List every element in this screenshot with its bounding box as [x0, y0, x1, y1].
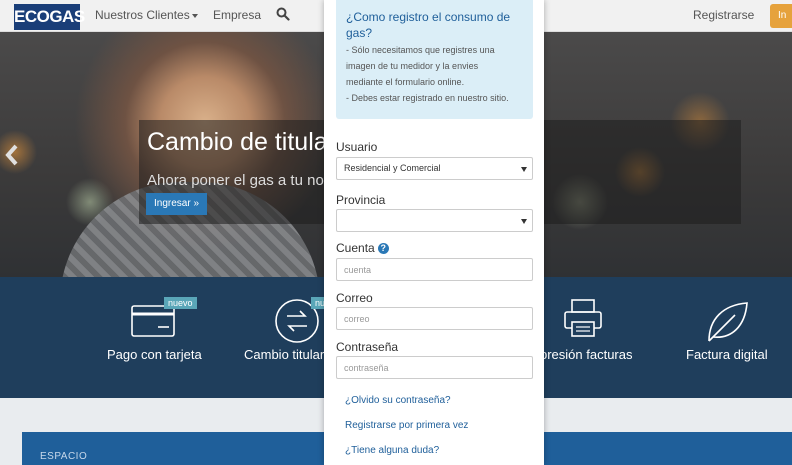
- espacio-label: ESPACIO: [40, 451, 88, 462]
- chevron-down-icon: [521, 167, 527, 172]
- help-question-link[interactable]: ¿Tiene alguna duda?: [345, 445, 439, 456]
- register-first-time-link[interactable]: Registrarse por primera vez: [345, 420, 468, 431]
- ingresar-button[interactable]: In: [770, 4, 792, 28]
- nav-nuestros-clientes[interactable]: Nuestros Clientes: [95, 8, 198, 22]
- forgot-password-link[interactable]: ¿Olvido su contraseña?: [345, 395, 451, 406]
- search-icon[interactable]: [276, 7, 290, 21]
- consumo-modal: ¿Como registro el consumo de gas? - Sólo…: [324, 0, 544, 465]
- feature-label: Factura digital: [686, 347, 768, 362]
- cuenta-label-row: Cuenta?: [336, 241, 389, 255]
- nav-empresa[interactable]: Empresa: [213, 8, 261, 22]
- provincia-select[interactable]: [336, 209, 533, 232]
- info-line: - Debes estar registrado en nuestro siti…: [346, 93, 509, 103]
- info-line: mediante el formulario online.: [346, 77, 465, 87]
- correo-input[interactable]: [336, 307, 533, 330]
- hero-title: Cambio de titular: [147, 128, 336, 156]
- hero-ingresar-button[interactable]: Ingresar »: [146, 193, 207, 215]
- chevron-down-icon: [191, 13, 198, 18]
- help-icon[interactable]: ?: [377, 243, 389, 254]
- usuario-select-value: Residencial y Comercial: [344, 163, 441, 173]
- leaf-icon: [708, 302, 748, 342]
- cuenta-input[interactable]: [336, 258, 533, 281]
- printer-icon: [564, 299, 602, 337]
- feature-label: presión facturas: [540, 347, 633, 362]
- info-box: ¿Como registro el consumo de gas? - Sólo…: [336, 0, 533, 119]
- new-badge: nuevo: [164, 297, 197, 309]
- credit-card-icon: [131, 305, 175, 337]
- info-line: - Sólo necesitamos que registres una: [346, 45, 495, 55]
- nav-registrarse[interactable]: Registrarse: [693, 8, 754, 22]
- feature-label: Cambio titular: [244, 347, 325, 362]
- usuario-select[interactable]: Residencial y Comercial: [336, 157, 533, 180]
- usuario-label: Usuario: [336, 140, 378, 154]
- info-title: ¿Como registro el consumo de gas?: [346, 10, 511, 40]
- nav-clientes-label: Nuestros Clientes: [95, 8, 190, 22]
- chevron-down-icon: [521, 219, 527, 224]
- hero-subtitle: Ahora poner el gas a tu nom: [147, 172, 337, 189]
- feature-label: Pago con tarjeta: [107, 347, 202, 362]
- cuenta-label: Cuenta: [336, 241, 375, 255]
- password-label: Contraseña: [336, 340, 399, 354]
- info-line: imagen de tu medidor y la envies: [346, 61, 479, 71]
- password-input[interactable]: [336, 356, 533, 379]
- chevron-left-icon[interactable]: [4, 144, 20, 166]
- provincia-label: Provincia: [336, 193, 386, 207]
- correo-label: Correo: [336, 291, 373, 305]
- ecogas-logo[interactable]: ECOGAS: [14, 4, 85, 30]
